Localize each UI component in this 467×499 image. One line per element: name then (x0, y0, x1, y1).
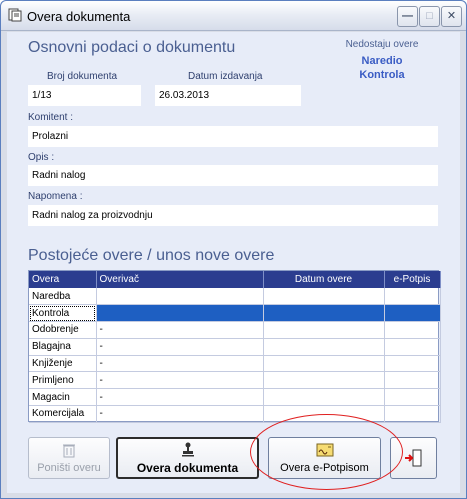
table-cell-epotpis[interactable] (384, 321, 441, 339)
table-cell-overivac[interactable]: - (96, 388, 264, 407)
basic-info-heading: Osnovni podaci o dokumentu (28, 39, 236, 56)
table-cell-overivac[interactable]: - (96, 405, 264, 423)
table-cell-overivac[interactable]: - (96, 321, 264, 339)
table-cell-overa[interactable]: Komercijala (29, 405, 97, 423)
table-cell-overa[interactable]: Odobrenje (29, 321, 97, 339)
table-cell-datum[interactable] (263, 338, 385, 356)
minimize-icon: — (402, 10, 413, 22)
table-cell-datum[interactable] (263, 321, 385, 339)
table-cell-overivac[interactable]: - (96, 338, 264, 356)
table-cell-epotpis[interactable] (384, 304, 441, 323)
annotation-circle (250, 414, 403, 490)
missing-approval-item: Kontrola (359, 69, 405, 81)
close-icon: ✕ (446, 10, 457, 22)
table-header-row: Overa Overivač Datum overe e-Potpis (29, 271, 441, 288)
table-cell-epotpis[interactable] (384, 288, 441, 306)
doc-number-label: Broj dokumenta (47, 71, 118, 82)
table-cell-epotpis[interactable] (384, 338, 441, 356)
table-cell-datum[interactable] (263, 371, 385, 390)
missing-approvals-label: Nedostaju overe (345, 39, 419, 50)
table-row[interactable]: Naredba (29, 288, 441, 306)
window-title: Overa dokumenta (27, 9, 131, 24)
note-field[interactable]: Radni nalog za proizvodnju (28, 205, 438, 226)
approvals-table[interactable]: Overa Overivač Datum overe e-Potpis Nare… (28, 270, 441, 423)
table-row[interactable]: Blagajna - (29, 338, 441, 356)
column-header-epotpis[interactable]: e-Potpis (384, 271, 441, 288)
table-cell-overa[interactable]: Knjiženje (29, 355, 97, 373)
table-cell-overa[interactable]: Kontrola (29, 304, 97, 323)
table-cell-datum[interactable] (263, 355, 385, 373)
close-button[interactable]: ✕ (441, 6, 462, 27)
table-cell-epotpis[interactable] (384, 355, 441, 373)
trash-icon (63, 444, 75, 458)
missing-approval-item: Naredio (361, 55, 403, 67)
note-label: Napomena : (28, 191, 83, 202)
table-row[interactable]: Magacin - (29, 388, 441, 407)
table-cell-datum[interactable] (263, 288, 385, 306)
client-field[interactable]: Prolazni (28, 126, 438, 147)
table-cell-epotpis[interactable] (384, 371, 441, 390)
table-cell-overivac[interactable] (96, 288, 264, 306)
title-bar[interactable]: Overa dokumenta — □ ✕ (1, 1, 466, 31)
column-header-datum[interactable]: Datum overe (263, 271, 385, 288)
table-cell-overivac[interactable] (96, 304, 264, 323)
exit-door-icon (404, 449, 421, 467)
table-cell-overa[interactable]: Blagajna (29, 338, 97, 356)
maximize-button[interactable]: □ (419, 6, 440, 27)
table-cell-overivac[interactable]: - (96, 371, 264, 390)
table-cell-datum[interactable] (263, 304, 385, 323)
approval-window: Overa dokumenta — □ ✕ Osnovni podaci o d… (0, 0, 467, 499)
table-cell-datum[interactable] (263, 388, 385, 407)
description-field[interactable]: Radni nalog (28, 165, 438, 186)
table-row[interactable]: Kontrola (29, 304, 441, 323)
minimize-button[interactable]: — (397, 6, 418, 27)
approvals-heading: Postojeće overe / unos nove overe (28, 247, 275, 264)
table-cell-overa[interactable]: Naredba (29, 288, 97, 306)
document-icon (8, 8, 22, 22)
cancel-approval-button[interactable]: Poništi overu (28, 437, 110, 479)
doc-number-field[interactable]: 1/13 (28, 85, 141, 106)
table-cell-overa[interactable]: Magacin (29, 388, 97, 407)
issue-date-field[interactable]: 26.03.2013 (155, 85, 301, 106)
table-row[interactable]: Komercijala - (29, 405, 441, 423)
stamp-icon (181, 442, 194, 457)
approve-document-label: Overa dokumenta (136, 461, 239, 475)
issue-date-label: Datum izdavanja (188, 71, 263, 82)
table-row[interactable]: Primljeno - (29, 371, 441, 390)
cancel-approval-label: Poništi overu (37, 462, 101, 474)
column-header-overa[interactable]: Overa (29, 271, 97, 288)
table-cell-epotpis[interactable] (384, 405, 441, 423)
table-cell-overa[interactable]: Primljeno (29, 371, 97, 390)
approve-document-button[interactable]: Overa dokumenta (116, 437, 259, 479)
table-row[interactable]: Odobrenje - (29, 321, 441, 339)
table-row[interactable]: Knjiženje - (29, 355, 441, 373)
table-cell-epotpis[interactable] (384, 388, 441, 407)
client-label: Komitent : (28, 112, 74, 123)
table-cell-overivac[interactable]: - (96, 355, 264, 373)
column-header-overivac[interactable]: Overivač (96, 271, 264, 288)
description-label: Opis : (28, 152, 55, 163)
maximize-icon: □ (426, 10, 433, 22)
